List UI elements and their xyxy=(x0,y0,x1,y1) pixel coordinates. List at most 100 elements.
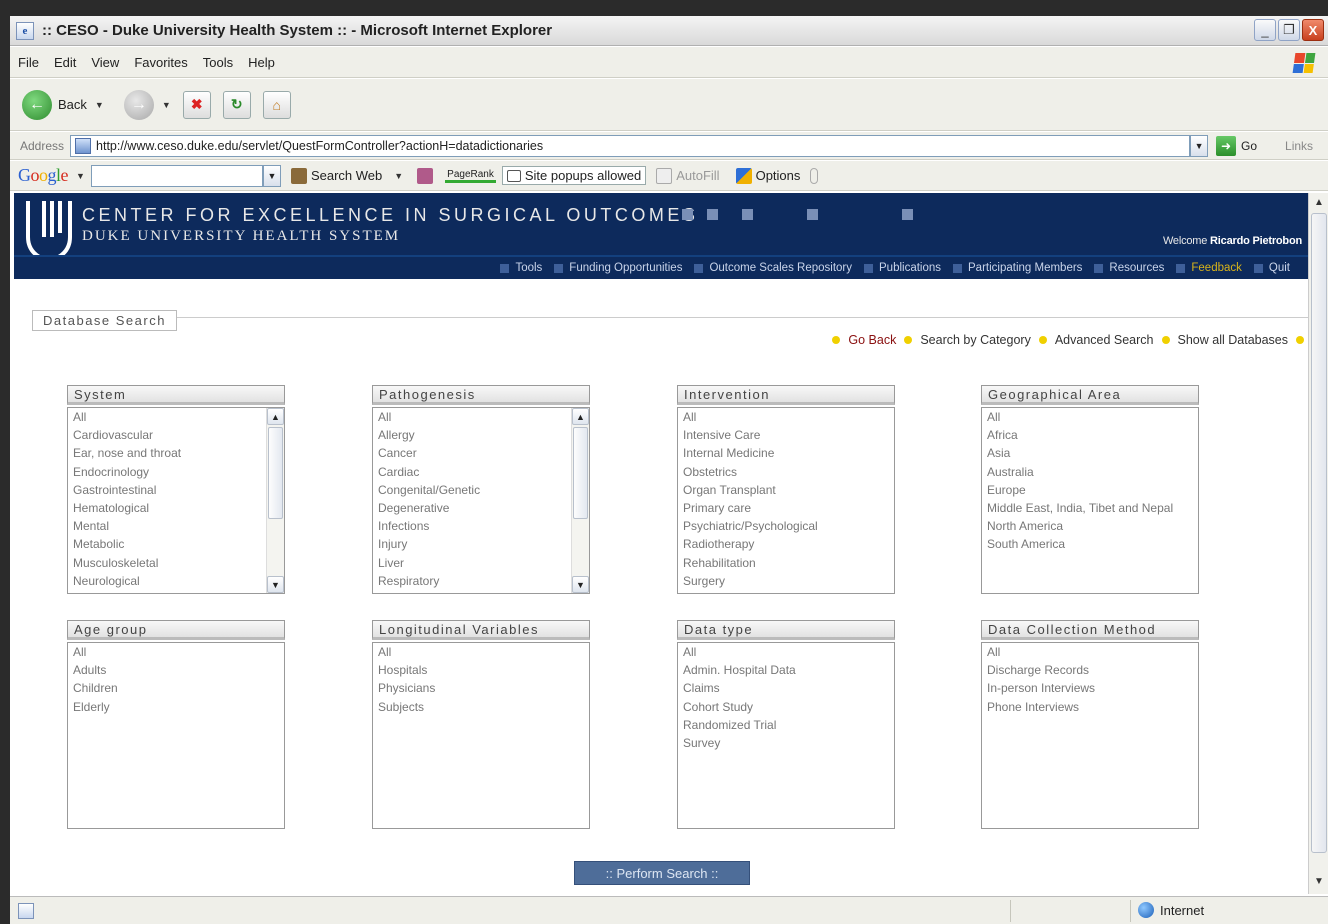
list-item[interactable]: Physicians xyxy=(373,679,589,697)
scroll-up-icon[interactable]: ▲ xyxy=(267,408,284,425)
news-icon[interactable] xyxy=(417,167,434,184)
list-item[interactable]: Respiratory xyxy=(373,572,589,590)
nav-participating-members[interactable]: Participating Members xyxy=(947,262,1088,274)
list-item[interactable]: Injury xyxy=(373,535,589,553)
list-item[interactable]: Middle East, India, Tibet and Nepal xyxy=(982,499,1198,517)
scroll-down-icon[interactable]: ▼ xyxy=(572,576,589,593)
restore-button[interactable]: ❐ xyxy=(1278,19,1300,41)
autofill-button[interactable]: AutoFill xyxy=(656,167,720,184)
list-item[interactable]: Primary care xyxy=(678,499,894,517)
nav-tools[interactable]: Tools xyxy=(494,262,548,274)
list-item[interactable]: Admin. Hospital Data xyxy=(678,661,894,679)
show-all-databases-link[interactable]: Show all Databases xyxy=(1174,333,1292,347)
menu-favorites[interactable]: Favorites xyxy=(126,55,194,70)
nav-funding-opportunities[interactable]: Funding Opportunities xyxy=(548,262,688,274)
list-item[interactable]: Liver xyxy=(373,554,589,572)
list-item[interactable]: Radiotherapy xyxy=(678,535,894,553)
go-arrow-icon[interactable]: ➜ xyxy=(1216,135,1237,156)
forward-arrow-icon[interactable]: → xyxy=(123,89,154,120)
google-logo[interactable]: Google xyxy=(18,165,68,186)
scroll-thumb[interactable] xyxy=(573,427,588,519)
scroll-up-icon[interactable]: ▲ xyxy=(1309,193,1328,211)
list-item[interactable]: Elderly xyxy=(68,698,284,716)
filter-list[interactable]: All Discharge Records In-person Intervie… xyxy=(981,642,1199,829)
nav-resources[interactable]: Resources xyxy=(1088,262,1170,274)
menu-edit[interactable]: Edit xyxy=(46,55,83,70)
list-item[interactable]: Hematological xyxy=(68,499,284,517)
list-item[interactable]: All xyxy=(982,643,1198,661)
list-item[interactable]: Degenerative xyxy=(373,499,589,517)
list-item[interactable]: All xyxy=(982,408,1198,426)
list-item[interactable]: Rehabilitation xyxy=(678,554,894,572)
list-item[interactable]: Endocrinology xyxy=(68,463,284,481)
list-item[interactable]: All xyxy=(373,643,589,661)
google-search-input[interactable] xyxy=(90,164,263,187)
list-item[interactable]: Adults xyxy=(68,661,284,679)
back-arrow-icon[interactable]: ← xyxy=(22,89,52,120)
list-item[interactable]: All xyxy=(678,643,894,661)
filter-list[interactable]: All Admin. Hospital Data Claims Cohort S… xyxy=(677,642,895,829)
popup-blocker-button[interactable]: Site popups allowed xyxy=(501,166,647,185)
menu-view[interactable]: View xyxy=(83,55,126,70)
back-label[interactable]: Back xyxy=(58,97,87,112)
window-titlebar[interactable]: e :: CESO - Duke University Health Syste… xyxy=(10,16,1328,46)
scroll-thumb[interactable] xyxy=(268,427,283,519)
list-item[interactable]: Obstetrics xyxy=(678,463,894,481)
stop-icon[interactable]: ✖ xyxy=(182,90,211,119)
scroll-thumb[interactable] xyxy=(1311,213,1327,853)
list-item[interactable]: Neurological xyxy=(68,572,284,590)
search-by-category-link[interactable]: Search by Category xyxy=(916,333,1034,347)
options-button[interactable]: Options xyxy=(735,167,800,184)
list-item[interactable]: Europe xyxy=(982,481,1198,499)
list-item[interactable]: All xyxy=(678,408,894,426)
list-item[interactable]: All xyxy=(68,643,284,661)
back-dropdown-icon[interactable]: ▼ xyxy=(95,100,104,110)
list-item[interactable]: Mental xyxy=(68,517,284,535)
list-item[interactable]: Cohort Study xyxy=(678,698,894,716)
list-item[interactable]: Intensive Care xyxy=(678,426,894,444)
paperclip-icon[interactable] xyxy=(810,167,819,184)
address-dropdown-icon[interactable]: ▼ xyxy=(1190,134,1209,157)
list-item[interactable]: Africa xyxy=(982,426,1198,444)
search-web-button[interactable]: Search Web ▼ xyxy=(290,167,403,184)
list-item[interactable]: Gastrointestinal xyxy=(68,481,284,499)
list-item[interactable]: In-person Interviews xyxy=(982,679,1198,697)
list-item[interactable]: Congenital/Genetic xyxy=(373,481,589,499)
list-item[interactable]: Australia xyxy=(982,463,1198,481)
nav-quit[interactable]: Quit xyxy=(1248,262,1296,274)
nav-feedback[interactable]: Feedback xyxy=(1170,262,1248,274)
perform-search-button[interactable]: :: Perform Search :: xyxy=(574,861,750,885)
list-item[interactable]: Infections xyxy=(373,517,589,535)
list-item[interactable]: Musculoskeletal xyxy=(68,554,284,572)
advanced-search-link[interactable]: Advanced Search xyxy=(1051,333,1158,347)
list-item[interactable]: Cardiac xyxy=(373,463,589,481)
list-scrollbar[interactable]: ▲ ▼ xyxy=(571,408,589,593)
google-menu-dropdown-icon[interactable]: ▼ xyxy=(76,171,85,181)
duke-shield-logo-icon[interactable] xyxy=(22,197,76,263)
list-item[interactable]: Cardiovascular xyxy=(68,426,284,444)
scroll-down-icon[interactable]: ▼ xyxy=(1309,872,1328,890)
scroll-up-icon[interactable]: ▲ xyxy=(572,408,589,425)
links-button[interactable]: Links xyxy=(1285,139,1313,153)
refresh-icon[interactable]: ↻ xyxy=(222,90,251,119)
search-web-dropdown-icon[interactable]: ▼ xyxy=(394,171,403,181)
list-item[interactable]: All xyxy=(373,408,589,426)
close-button[interactable]: X xyxy=(1302,19,1324,41)
list-item[interactable]: Discharge Records xyxy=(982,661,1198,679)
google-search-dropdown-icon[interactable]: ▼ xyxy=(262,164,281,187)
filter-list[interactable]: All Hospitals Physicians Subjects xyxy=(372,642,590,829)
filter-list[interactable]: All Intensive Care Internal Medicine Obs… xyxy=(677,407,895,594)
menu-tools[interactable]: Tools xyxy=(195,55,240,70)
home-icon[interactable]: ⌂ xyxy=(262,90,291,119)
list-item[interactable]: Allergy xyxy=(373,426,589,444)
list-item[interactable]: Surgery xyxy=(678,572,894,590)
list-item[interactable]: Internal Medicine xyxy=(678,444,894,462)
list-scrollbar[interactable]: ▲ ▼ xyxy=(266,408,284,593)
list-item[interactable]: Subjects xyxy=(373,698,589,716)
list-item[interactable]: South America xyxy=(982,535,1198,553)
nav-publications[interactable]: Publications xyxy=(858,262,947,274)
list-item[interactable]: Randomized Trial xyxy=(678,716,894,734)
list-item[interactable]: Claims xyxy=(678,679,894,697)
list-item[interactable]: Hospitals xyxy=(373,661,589,679)
menu-help[interactable]: Help xyxy=(240,55,282,70)
